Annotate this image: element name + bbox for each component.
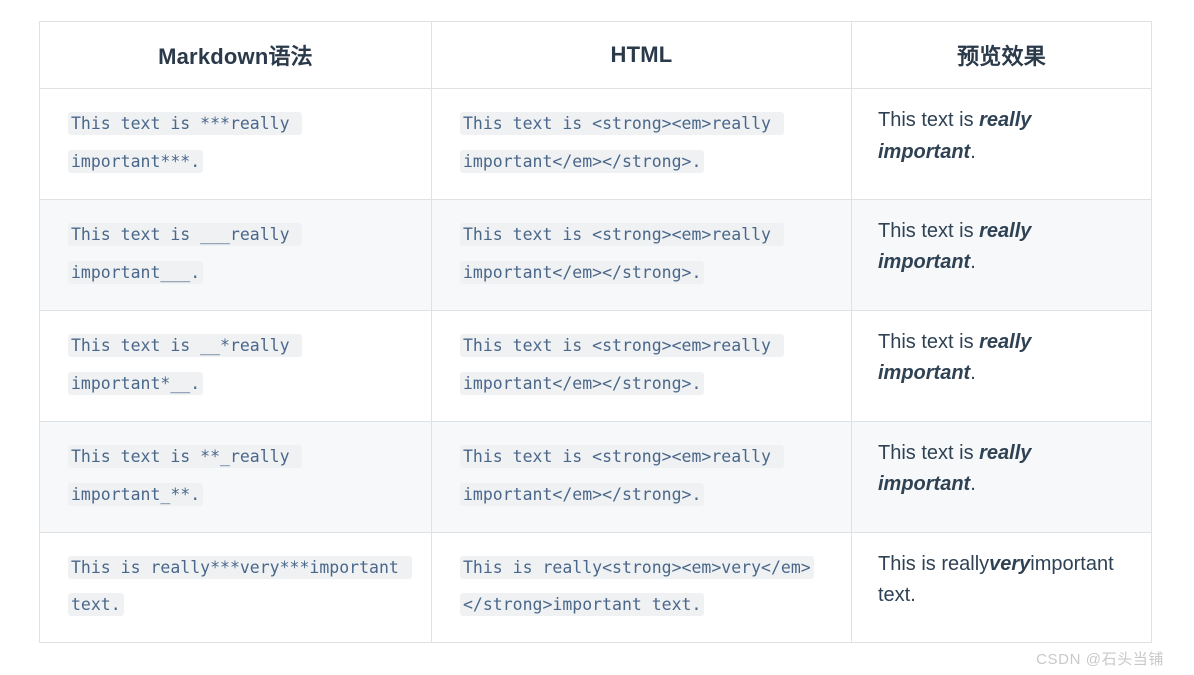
table-header: Markdown语法 HTML 预览效果: [39, 21, 1152, 89]
cell-preview: This text is really important.: [851, 198, 1152, 311]
cell-content: This is really***very***important text.: [40, 533, 431, 643]
table-row: This text is ***really important***. Thi…: [39, 88, 1152, 200]
table-header-row: Markdown语法 HTML 预览效果: [39, 21, 1152, 89]
cell-markdown: This text is **_really important_**.: [39, 420, 432, 533]
preview-prefix: This text is: [878, 109, 980, 131]
preview-suffix: .: [970, 140, 976, 163]
table-row: This is really***very***important text. …: [39, 531, 1152, 644]
html-code: This text is <strong><em>really importan…: [460, 222, 784, 284]
preview-rendered-text: This text is really important.: [878, 327, 1125, 390]
table-row: This text is ___really important___. Thi…: [39, 198, 1152, 311]
cell-content: This text is <strong><em>really importan…: [432, 89, 851, 199]
cell-content: This text is really important.: [852, 200, 1151, 297]
markdown-code: This text is **_really important_**.: [68, 444, 303, 506]
preview-rendered-text: This text is really important.: [878, 438, 1125, 501]
page-root: Markdown语法 HTML 预览效果 This text is ***rea…: [0, 0, 1194, 675]
markdown-syntax-table: Markdown语法 HTML 预览效果 This text is ***rea…: [39, 21, 1152, 644]
markdown-code: This text is ***really important***.: [68, 112, 303, 173]
preview-prefix: This text is: [878, 330, 980, 353]
cell-content: This text is __*really important*__.: [40, 311, 431, 421]
cell-html: This text is <strong><em>really importan…: [431, 420, 852, 533]
cell-markdown: This text is ***really important***.: [39, 88, 432, 200]
cell-preview: This text is really important.: [851, 309, 1152, 422]
cell-content: This text is <strong><em>really importan…: [432, 422, 851, 532]
csdn-watermark: CSDN @石头当铺: [1036, 651, 1164, 668]
preview-suffix: .: [970, 362, 976, 385]
table-body: This text is ***really important***. Thi…: [39, 88, 1152, 644]
column-header-preview: 预览效果: [851, 21, 1152, 89]
preview-prefix: This text is: [878, 441, 980, 464]
html-code: This text is <strong><em>really importan…: [460, 444, 784, 506]
cell-content: This text is <strong><em>really importan…: [432, 200, 851, 310]
html-code: This text is <strong><em>really importan…: [460, 333, 784, 395]
preview-rendered-text: This text is really important.: [878, 105, 1125, 168]
column-header-markdown: Markdown语法: [39, 21, 432, 89]
html-code: This text is <strong><em>really importan…: [460, 112, 784, 173]
preview-suffix: .: [970, 251, 976, 274]
cell-content: This text is really important.: [852, 89, 1151, 186]
cell-content: This text is really important.: [852, 311, 1151, 408]
cell-html: This is really<strong><em>very</em></str…: [431, 531, 852, 644]
cell-content: This text is **_really important_**.: [40, 422, 431, 532]
markdown-code: This text is ___really important___.: [68, 222, 303, 284]
preview-emphasis: very: [989, 552, 1031, 575]
cell-preview: This is reallyveryimportant text.: [851, 531, 1152, 644]
table-row: This text is **_really important_**. Thi…: [39, 420, 1152, 533]
cell-markdown: This is really***very***important text.: [39, 531, 432, 644]
table-row: This text is __*really important*__. Thi…: [39, 309, 1152, 422]
cell-markdown: This text is __*really important*__.: [39, 309, 432, 422]
cell-content: This is really<strong><em>very</em></str…: [432, 533, 851, 643]
preview-prefix: This text is: [878, 219, 980, 242]
cell-content: This is reallyveryimportant text.: [852, 533, 1151, 630]
cell-content: This text is <strong><em>really importan…: [432, 311, 851, 421]
cell-html: This text is <strong><em>really importan…: [431, 309, 852, 422]
cell-preview: This text is really important.: [851, 88, 1152, 200]
preview-rendered-text: This text is really important.: [878, 216, 1125, 279]
preview-suffix: .: [970, 473, 976, 496]
markdown-code: This is really***very***important text.: [68, 555, 412, 617]
cell-preview: This text is really important.: [851, 420, 1152, 533]
markdown-code: This text is __*really important*__.: [68, 333, 303, 395]
cell-content: This text is really important.: [852, 422, 1151, 519]
cell-content: This text is ***really important***.: [40, 89, 431, 199]
cell-markdown: This text is ___really important___.: [39, 198, 432, 311]
column-header-html: HTML: [431, 21, 852, 89]
html-code: This is really<strong><em>very</em></str…: [460, 555, 814, 617]
cell-content: This text is ___really important___.: [40, 200, 431, 310]
cell-html: This text is <strong><em>really importan…: [431, 198, 852, 311]
preview-prefix: This is really: [878, 552, 990, 575]
preview-rendered-text: This is reallyveryimportant text.: [878, 549, 1125, 612]
cell-html: This text is <strong><em>really importan…: [431, 88, 852, 200]
